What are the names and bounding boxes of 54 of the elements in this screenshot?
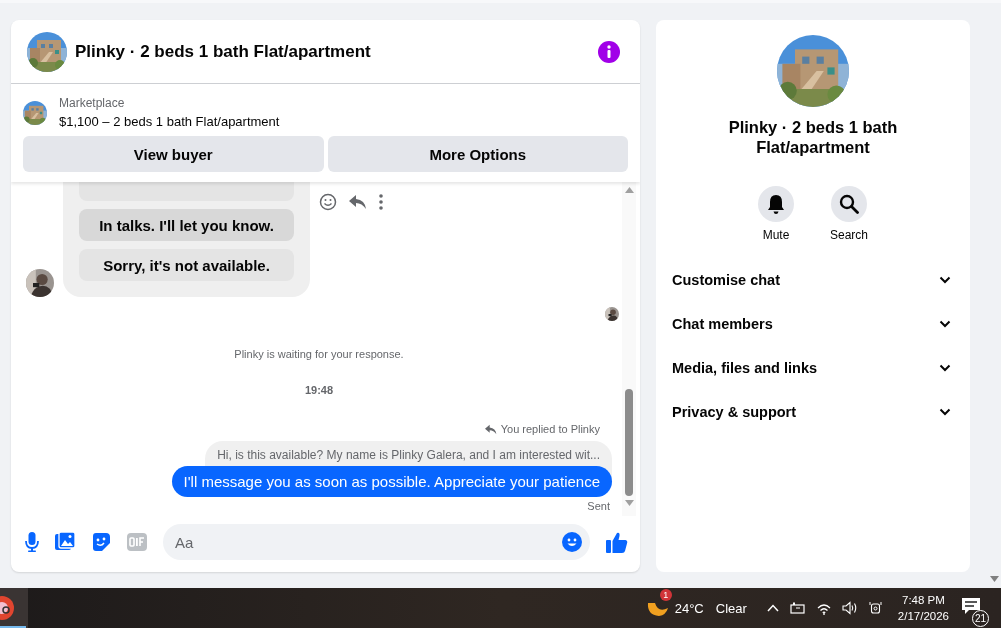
delivery-status: Sent <box>587 500 610 512</box>
listing-summary: $1,100 – 2 beds 1 bath Flat/apartment <box>59 114 280 129</box>
temperature: 24°C <box>674 600 704 616</box>
reply-icon[interactable] <box>349 194 367 210</box>
battery-icon[interactable] <box>789 602 806 614</box>
section-title: Privacy & support <box>672 404 797 420</box>
section-header[interactable]: Customise chat <box>672 258 954 302</box>
scroll-down-arrow-icon[interactable] <box>990 576 999 582</box>
section-title: Chat members <box>672 316 773 332</box>
chevron-up-icon[interactable] <box>766 604 779 612</box>
action-button[interactable]: More Options <box>327 136 628 172</box>
action-label: Search <box>830 228 868 242</box>
conversation-title: Plinky · 2 beds 1 bath Flat/apartment <box>727 117 899 157</box>
reply-option[interactable]: Sorry, it's not available. <box>79 249 294 281</box>
sticker-icon[interactable] <box>91 532 111 552</box>
message-field[interactable]: Aa <box>163 524 590 560</box>
notification-badge: 1 <box>659 589 672 601</box>
search-icon <box>839 194 859 214</box>
scrollbar[interactable] <box>622 182 636 516</box>
clock-date: 2/17/2026 <box>897 609 949 624</box>
emoji-icon[interactable] <box>319 193 337 211</box>
clock-time: 7:48 PM <box>902 593 945 608</box>
volume-icon[interactable] <box>841 601 858 615</box>
reply-icon <box>484 423 497 435</box>
microphone-icon[interactable] <box>25 532 39 552</box>
action-label: Mute <box>762 228 790 242</box>
action-button[interactable]: View buyer <box>23 136 324 172</box>
wifi-icon[interactable] <box>816 601 831 615</box>
weather-condition: Clear <box>715 600 747 616</box>
reply-label: You replied to Plinky <box>500 423 600 435</box>
camera-icon[interactable] <box>868 601 883 615</box>
section-header[interactable]: Privacy & support <box>672 390 954 434</box>
notification-icon[interactable] <box>961 597 981 615</box>
browser-icon[interactable] <box>0 595 15 621</box>
scrollbar-thumb[interactable] <box>625 389 633 496</box>
section-title: Media, files and links <box>672 360 818 376</box>
bell-icon <box>767 194 785 214</box>
status-note: Plinky is waiting for your response. <box>234 348 404 360</box>
reply-option[interactable]: In talks. I'll let you know. <box>79 209 294 241</box>
more-icon[interactable] <box>379 194 383 210</box>
timestamp: 19:48 <box>304 384 334 396</box>
thumbs-up-icon[interactable] <box>606 531 628 553</box>
info-icon[interactable] <box>598 40 620 63</box>
sent-message: I'll message you as soon as possible. Appreciate your patience <box>171 466 612 497</box>
section-title: Customise chat <box>672 272 780 288</box>
section-header[interactable]: Chat members <box>672 302 954 346</box>
photo-icon[interactable] <box>55 532 75 552</box>
emoji-icon[interactable] <box>562 532 582 552</box>
notification-count: 21 <box>972 610 989 627</box>
listing-source: Marketplace <box>59 96 126 110</box>
conversation-title: Plinky · 2 beds 1 bath Flat/apartment <box>75 41 372 62</box>
search-button[interactable] <box>831 186 867 222</box>
section-header[interactable]: Media, files and links <box>672 346 954 390</box>
mute-button[interactable] <box>758 186 794 222</box>
